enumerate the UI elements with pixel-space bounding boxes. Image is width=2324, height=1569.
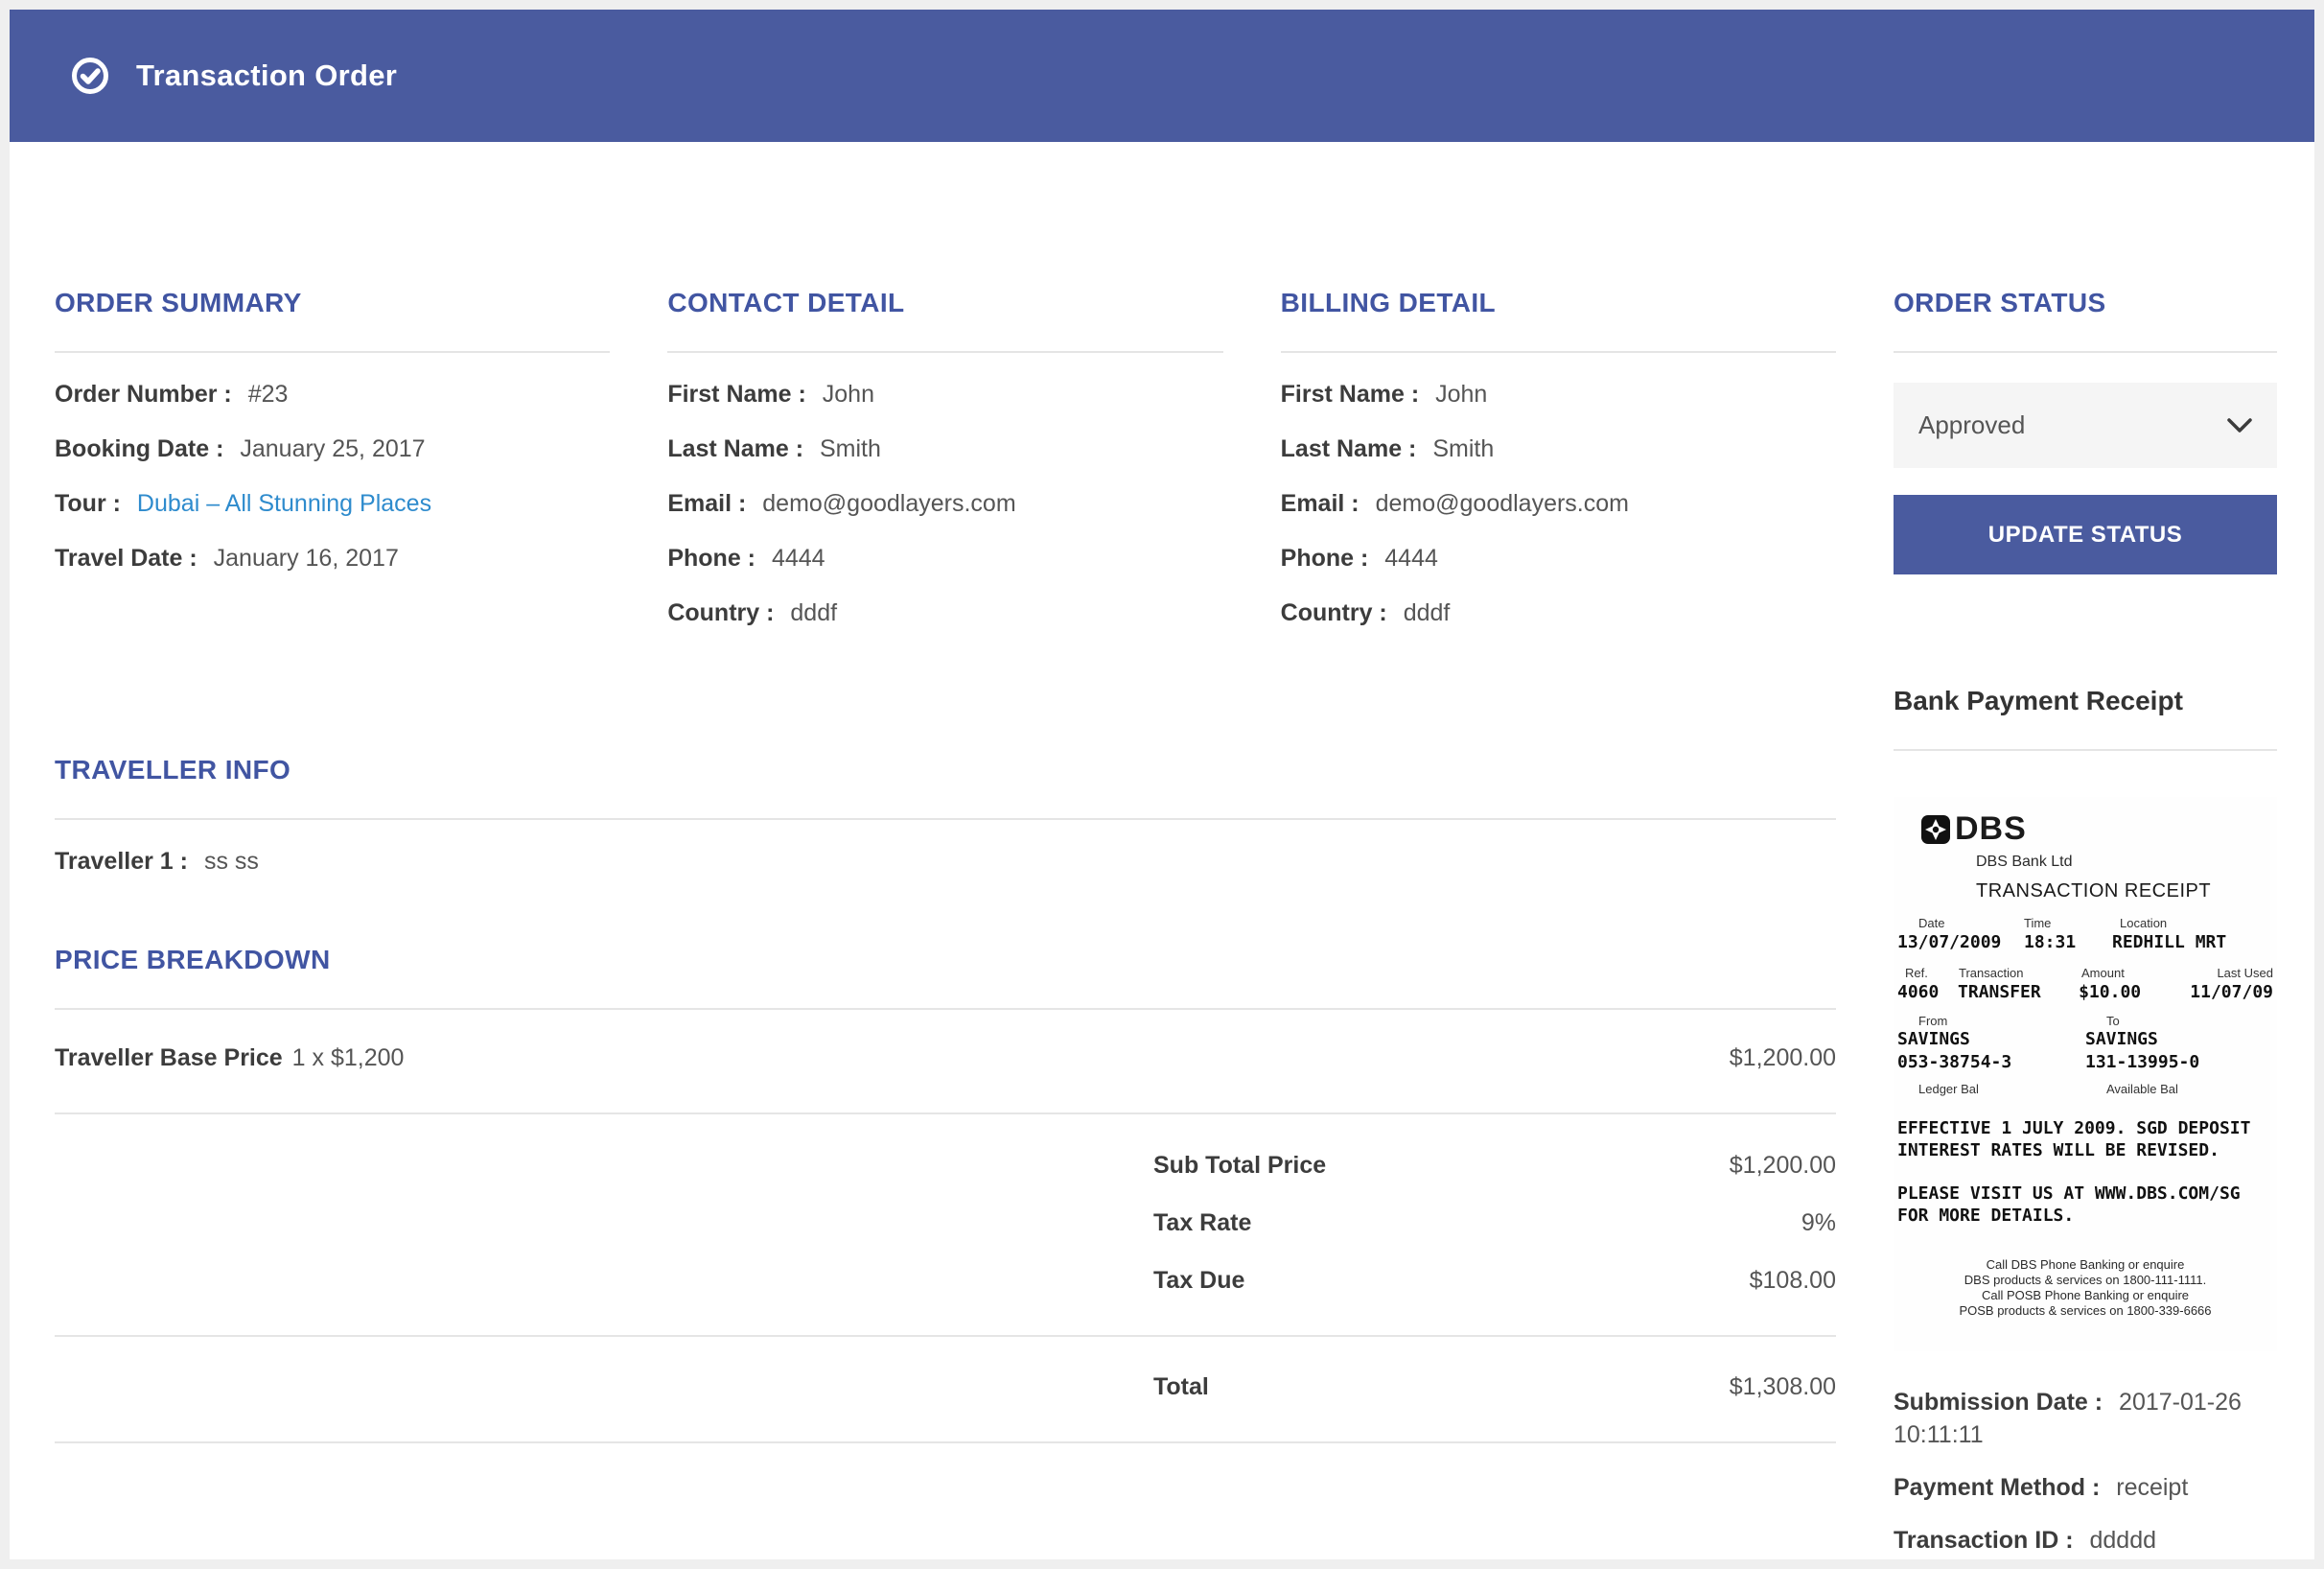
tax-due-row: Tax Due $108.00 (55, 1268, 1836, 1293)
contact-last-name-row: Last Name : Smith (667, 436, 1222, 461)
traveller-row: Traveller 1 : ss ss (55, 849, 1836, 874)
sub-total-row: Sub Total Price $1,200.00 (55, 1153, 1836, 1178)
travel-date-value: January 16, 2017 (214, 545, 399, 572)
order-status-heading: ORDER STATUS (1894, 288, 2277, 318)
dbs-logo-icon (1920, 814, 1951, 845)
update-status-button[interactable]: UPDATE STATUS (1894, 495, 2277, 574)
booking-date-value: January 25, 2017 (240, 435, 425, 462)
payment-method-row: Payment Method : receipt (1894, 1471, 2277, 1504)
order-summary-heading: ORDER SUMMARY (55, 288, 610, 318)
price-summary-block: Sub Total Price $1,200.00 Tax Rate 9% Ta… (55, 1114, 1836, 1335)
base-price-label: Traveller Base Price (55, 1044, 283, 1072)
receipt-label-row-2: Ref. Transaction Amount Last Used (1897, 966, 2273, 980)
check-circle-icon (71, 57, 109, 95)
contact-detail-heading: CONTACT DETAIL (667, 288, 1222, 318)
contact-phone-row: Phone : 4444 (667, 546, 1222, 571)
page-title: Transaction Order (136, 59, 397, 93)
bank-payment-receipt-section: Bank Payment Receipt DBS (1894, 686, 2277, 1557)
billing-last-name-row: Last Name : Smith (1281, 436, 1836, 461)
receipt-label-row-1: Date Time Location (1897, 916, 2273, 930)
order-number-row: Order Number : #23 (55, 382, 610, 407)
section-divider (667, 351, 1222, 353)
receipt-value-row-1: 13/07/2009 18:31 REDHILL MRT (1897, 932, 2273, 952)
section-divider (55, 351, 610, 353)
section-divider (55, 818, 1836, 820)
receipt-from-to: From SAVINGS 053-38754-3 To SAVINGS 131-… (1897, 1014, 2273, 1074)
receipt-notice-1: EFFECTIVE 1 JULY 2009. SGD DEPOSIT INTER… (1897, 1117, 2273, 1161)
order-status-selected-value: Approved (1918, 410, 2025, 440)
tax-rate-row: Tax Rate 9% (55, 1210, 1836, 1235)
section-divider (1894, 749, 2277, 751)
bank-receipt-image[interactable]: DBS DBS Bank Ltd TRANSACTION RECEIPT Dat… (1894, 797, 2277, 1351)
submission-date-row: Submission Date : 2017-01-26 10:11:11 (1894, 1386, 2277, 1451)
billing-phone-row: Phone : 4444 (1281, 546, 1836, 571)
receipt-notice-2: PLEASE VISIT US AT WWW.DBS.COM/SG FOR MO… (1897, 1183, 2273, 1227)
section-divider (1894, 351, 2277, 353)
contact-country-row: Country : dddf (667, 600, 1222, 625)
tour-row: Tour : Dubai – All Stunning Places (55, 491, 610, 516)
contact-detail-section: CONTACT DETAIL First Name : John Last Na… (667, 288, 1222, 655)
order-status-select[interactable]: Approved (1894, 383, 2277, 468)
receipt-value-row-2: 4060 TRANSFER $10.00 11/07/09 (1897, 982, 2273, 1002)
section-divider (1281, 351, 1836, 353)
header-bar: Transaction Order (10, 10, 2314, 142)
receipt-balance-labels: Ledger Bal Available Bal (1897, 1082, 2273, 1096)
base-price-line-item: Traveller Base Price 1 x $1,200 $1,200.0… (55, 1010, 1836, 1112)
order-number-value: #23 (248, 381, 289, 408)
dbs-logo: DBS (1920, 810, 2273, 848)
sidebar-column: ORDER STATUS Approved UPDATE STATUS Bank (1894, 288, 2277, 1559)
total-amount: $1,308.00 (1730, 1373, 1836, 1401)
contact-first-name-row: First Name : John (667, 382, 1222, 407)
bank-receipt-heading: Bank Payment Receipt (1894, 686, 2277, 716)
price-breakdown-heading: PRICE BREAKDOWN (55, 945, 1836, 975)
tour-link[interactable]: Dubai – All Stunning Places (137, 490, 431, 517)
receipt-doc-title: TRANSACTION RECEIPT (1976, 880, 2273, 902)
main-column: ORDER SUMMARY Order Number : #23 Booking… (55, 288, 1836, 1559)
transaction-order-card: Transaction Order ORDER SUMMARY Order Nu… (10, 10, 2314, 1559)
total-label: Total (1153, 1373, 1209, 1401)
detail-sections-grid: ORDER SUMMARY Order Number : #23 Booking… (55, 288, 1836, 655)
receipt-from-column: From SAVINGS 053-38754-3 (1897, 1014, 2085, 1074)
receipt-footer: Call DBS Phone Banking or enquire DBS pr… (1894, 1257, 2277, 1319)
bank-name: DBS Bank Ltd (1976, 854, 2273, 871)
order-summary-section: ORDER SUMMARY Order Number : #23 Booking… (55, 288, 610, 655)
total-row: Total $1,308.00 (55, 1337, 1836, 1441)
payment-info-block: Submission Date : 2017-01-26 10:11:11 Pa… (1894, 1386, 2277, 1557)
receipt-to-column: To SAVINGS 131-13995-0 (2085, 1014, 2273, 1074)
billing-first-name-row: First Name : John (1281, 382, 1836, 407)
transaction-id-row: Transaction ID : ddddd (1894, 1524, 2277, 1557)
traveller-info-section: TRAVELLER INFO Traveller 1 : ss ss (55, 755, 1836, 874)
price-divider (55, 1441, 1836, 1443)
traveller-info-heading: TRAVELLER INFO (55, 755, 1836, 785)
chevron-down-icon (2227, 418, 2252, 433)
base-price-detail: 1 x $1,200 (292, 1044, 405, 1072)
base-price-amount: $1,200.00 (1730, 1044, 1836, 1072)
page-background: Transaction Order ORDER SUMMARY Order Nu… (0, 0, 2324, 1569)
contact-email-row: Email : demo@goodlayers.com (667, 491, 1222, 516)
billing-detail-heading: BILLING DETAIL (1281, 288, 1836, 318)
billing-email-row: Email : demo@goodlayers.com (1281, 491, 1836, 516)
order-status-section: ORDER STATUS Approved UPDATE STATUS (1894, 288, 2277, 574)
billing-country-row: Country : dddf (1281, 600, 1836, 625)
billing-detail-section: BILLING DETAIL First Name : John Last Na… (1281, 288, 1836, 655)
content-area: ORDER SUMMARY Order Number : #23 Booking… (10, 142, 2314, 1559)
travel-date-row: Travel Date : January 16, 2017 (55, 546, 610, 571)
price-breakdown-section: PRICE BREAKDOWN Traveller Base Price 1 x… (55, 945, 1836, 1443)
booking-date-row: Booking Date : January 25, 2017 (55, 436, 610, 461)
